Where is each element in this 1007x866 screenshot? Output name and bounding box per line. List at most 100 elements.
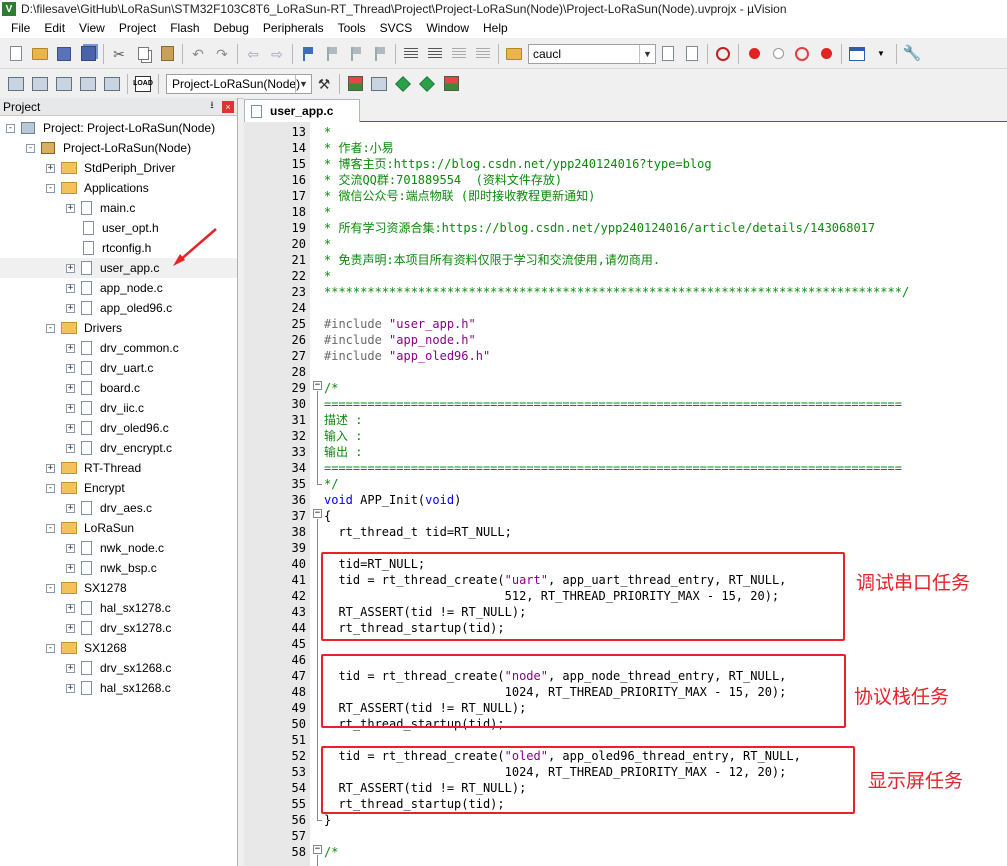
collapse-icon[interactable]: - [46, 183, 55, 193]
tree-item[interactable]: + drv_sx1268.c [0, 658, 237, 678]
menu-flash[interactable]: Flash [163, 18, 206, 38]
fold-toggle-icon[interactable]: − [313, 381, 322, 390]
manage-rte-button[interactable] [416, 73, 438, 95]
tree-item[interactable]: + nwk_node.c [0, 538, 237, 558]
tree-item[interactable]: - SX1278 [0, 578, 237, 598]
copy-button[interactable] [132, 43, 154, 65]
tab-user-app-c[interactable]: user_app.c [244, 99, 360, 122]
expand-icon[interactable]: + [66, 403, 75, 413]
collapse-icon[interactable]: - [46, 583, 55, 593]
file-extensions-button[interactable] [368, 73, 390, 95]
tree-item[interactable]: + drv_oled96.c [0, 418, 237, 438]
navigate-back-button[interactable]: ⇦ [242, 43, 264, 65]
new-file-button[interactable] [5, 43, 27, 65]
undo-button[interactable]: ↶ [187, 43, 209, 65]
tree-item[interactable]: + hal_sx1278.c [0, 598, 237, 618]
tree-item[interactable]: + drv_common.c [0, 338, 237, 358]
expand-icon[interactable]: + [66, 503, 75, 513]
expand-icon[interactable]: + [66, 683, 75, 693]
tree-item[interactable]: + StdPeriph_Driver [0, 158, 237, 178]
tree-item[interactable]: + drv_aes.c [0, 498, 237, 518]
comment-button[interactable] [448, 43, 470, 65]
configure-button[interactable]: 🔧 [901, 43, 923, 65]
rebuild-button[interactable] [53, 73, 75, 95]
expand-icon[interactable]: + [66, 263, 75, 273]
tree-item[interactable]: + main.c [0, 198, 237, 218]
paste-button[interactable] [156, 43, 178, 65]
expand-icon[interactable]: + [66, 363, 75, 373]
tree-item[interactable]: + drv_uart.c [0, 358, 237, 378]
expand-icon[interactable]: + [46, 463, 55, 473]
tree-item[interactable]: + app_node.c [0, 278, 237, 298]
menu-window[interactable]: Window [419, 18, 476, 38]
target-select[interactable]: Project-LoRaSun(Node) ▼ [166, 73, 312, 94]
bookmark-toggle-button[interactable] [297, 43, 319, 65]
uncomment-button[interactable] [472, 43, 494, 65]
tree-item[interactable]: + app_oled96.c [0, 298, 237, 318]
tree-item[interactable]: + drv_iic.c [0, 398, 237, 418]
menu-project[interactable]: Project [112, 18, 163, 38]
window-layout-button[interactable] [846, 43, 868, 65]
menu-debug[interactable]: Debug [207, 18, 256, 38]
expand-icon[interactable]: + [66, 543, 75, 553]
insert-breakpoint-button[interactable] [743, 43, 765, 65]
window-layout-dropdown[interactable]: ▼ [870, 43, 892, 65]
translate-button[interactable] [5, 73, 27, 95]
menu-peripherals[interactable]: Peripherals [256, 18, 331, 38]
manage-project-items-button[interactable] [344, 73, 366, 95]
expand-icon[interactable]: + [66, 203, 75, 213]
tree-item[interactable]: + nwk_bsp.c [0, 558, 237, 578]
cut-button[interactable]: ✂ [108, 43, 130, 65]
save-all-button[interactable] [77, 43, 99, 65]
menu-view[interactable]: View [72, 18, 112, 38]
redo-button[interactable]: ↷ [211, 43, 233, 65]
tree-item[interactable]: + RT-Thread [0, 458, 237, 478]
tree-item[interactable]: - Project-LoRaSun(Node) [0, 138, 237, 158]
bookmark-clear-button[interactable] [369, 43, 391, 65]
target-options-button[interactable]: ⚒ [313, 73, 335, 95]
bookmark-next-button[interactable] [345, 43, 367, 65]
collapse-icon[interactable]: - [26, 143, 35, 153]
select-packs-button[interactable] [392, 73, 414, 95]
tree-item[interactable]: + board.c [0, 378, 237, 398]
tree-item[interactable]: - Drivers [0, 318, 237, 338]
close-icon[interactable]: × [222, 100, 234, 113]
disable-all-breakpoints-button[interactable] [791, 43, 813, 65]
menu-tools[interactable]: Tools [331, 18, 373, 38]
expand-icon[interactable]: + [66, 563, 75, 573]
find-in-files-button[interactable] [503, 43, 525, 65]
build-button[interactable] [29, 73, 51, 95]
menu-file[interactable]: File [4, 18, 37, 38]
expand-icon[interactable]: + [46, 163, 55, 173]
batch-build-button[interactable] [77, 73, 99, 95]
expand-icon[interactable]: + [66, 423, 75, 433]
chevron-down-icon[interactable]: ▼ [295, 74, 311, 93]
bookmark-prev-button[interactable] [321, 43, 343, 65]
expand-icon[interactable]: + [66, 603, 75, 613]
replace-button[interactable] [681, 43, 703, 65]
expand-icon[interactable]: + [66, 283, 75, 293]
open-file-button[interactable] [29, 43, 51, 65]
tree-item[interactable]: - Project: Project-LoRaSun(Node) [0, 118, 237, 138]
menu-edit[interactable]: Edit [37, 18, 72, 38]
code-editor[interactable]: 13 14 15 16 17 18 19 20 21 22 23 24 25 26 27 28 29 30 31 32… [244, 122, 1007, 866]
pin-icon[interactable]: ⭳ [205, 98, 219, 115]
unindent-button[interactable] [424, 43, 446, 65]
collapse-icon[interactable]: - [46, 483, 55, 493]
stop-build-button[interactable] [101, 73, 123, 95]
tree-item[interactable]: + hal_sx1268.c [0, 678, 237, 698]
incremental-find-button[interactable] [712, 43, 734, 65]
expand-icon[interactable]: + [66, 663, 75, 673]
save-button[interactable] [53, 43, 75, 65]
pack-installer-button[interactable] [440, 73, 462, 95]
tree-item[interactable]: - SX1268 [0, 638, 237, 658]
collapse-icon[interactable]: - [46, 523, 55, 533]
tree-item[interactable]: - Applications [0, 178, 237, 198]
menu-svcs[interactable]: SVCS [373, 18, 420, 38]
tree-item[interactable]: + drv_encrypt.c [0, 438, 237, 458]
expand-icon[interactable]: + [66, 343, 75, 353]
kill-all-breakpoints-button[interactable] [815, 43, 837, 65]
expand-icon[interactable]: + [66, 303, 75, 313]
find-button[interactable] [657, 43, 679, 65]
tree-item[interactable]: - Encrypt [0, 478, 237, 498]
